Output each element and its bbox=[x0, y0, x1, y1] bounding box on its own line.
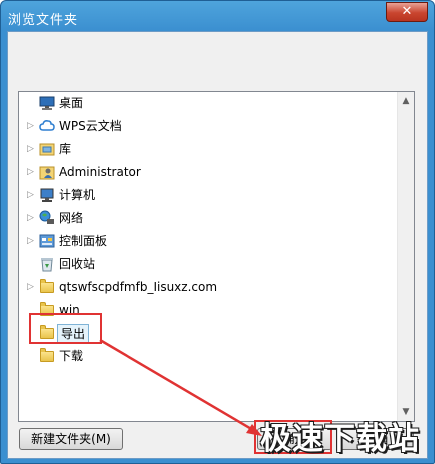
watermark: 极速下载站 bbox=[260, 421, 420, 457]
annotation-arrow bbox=[99, 338, 262, 436]
